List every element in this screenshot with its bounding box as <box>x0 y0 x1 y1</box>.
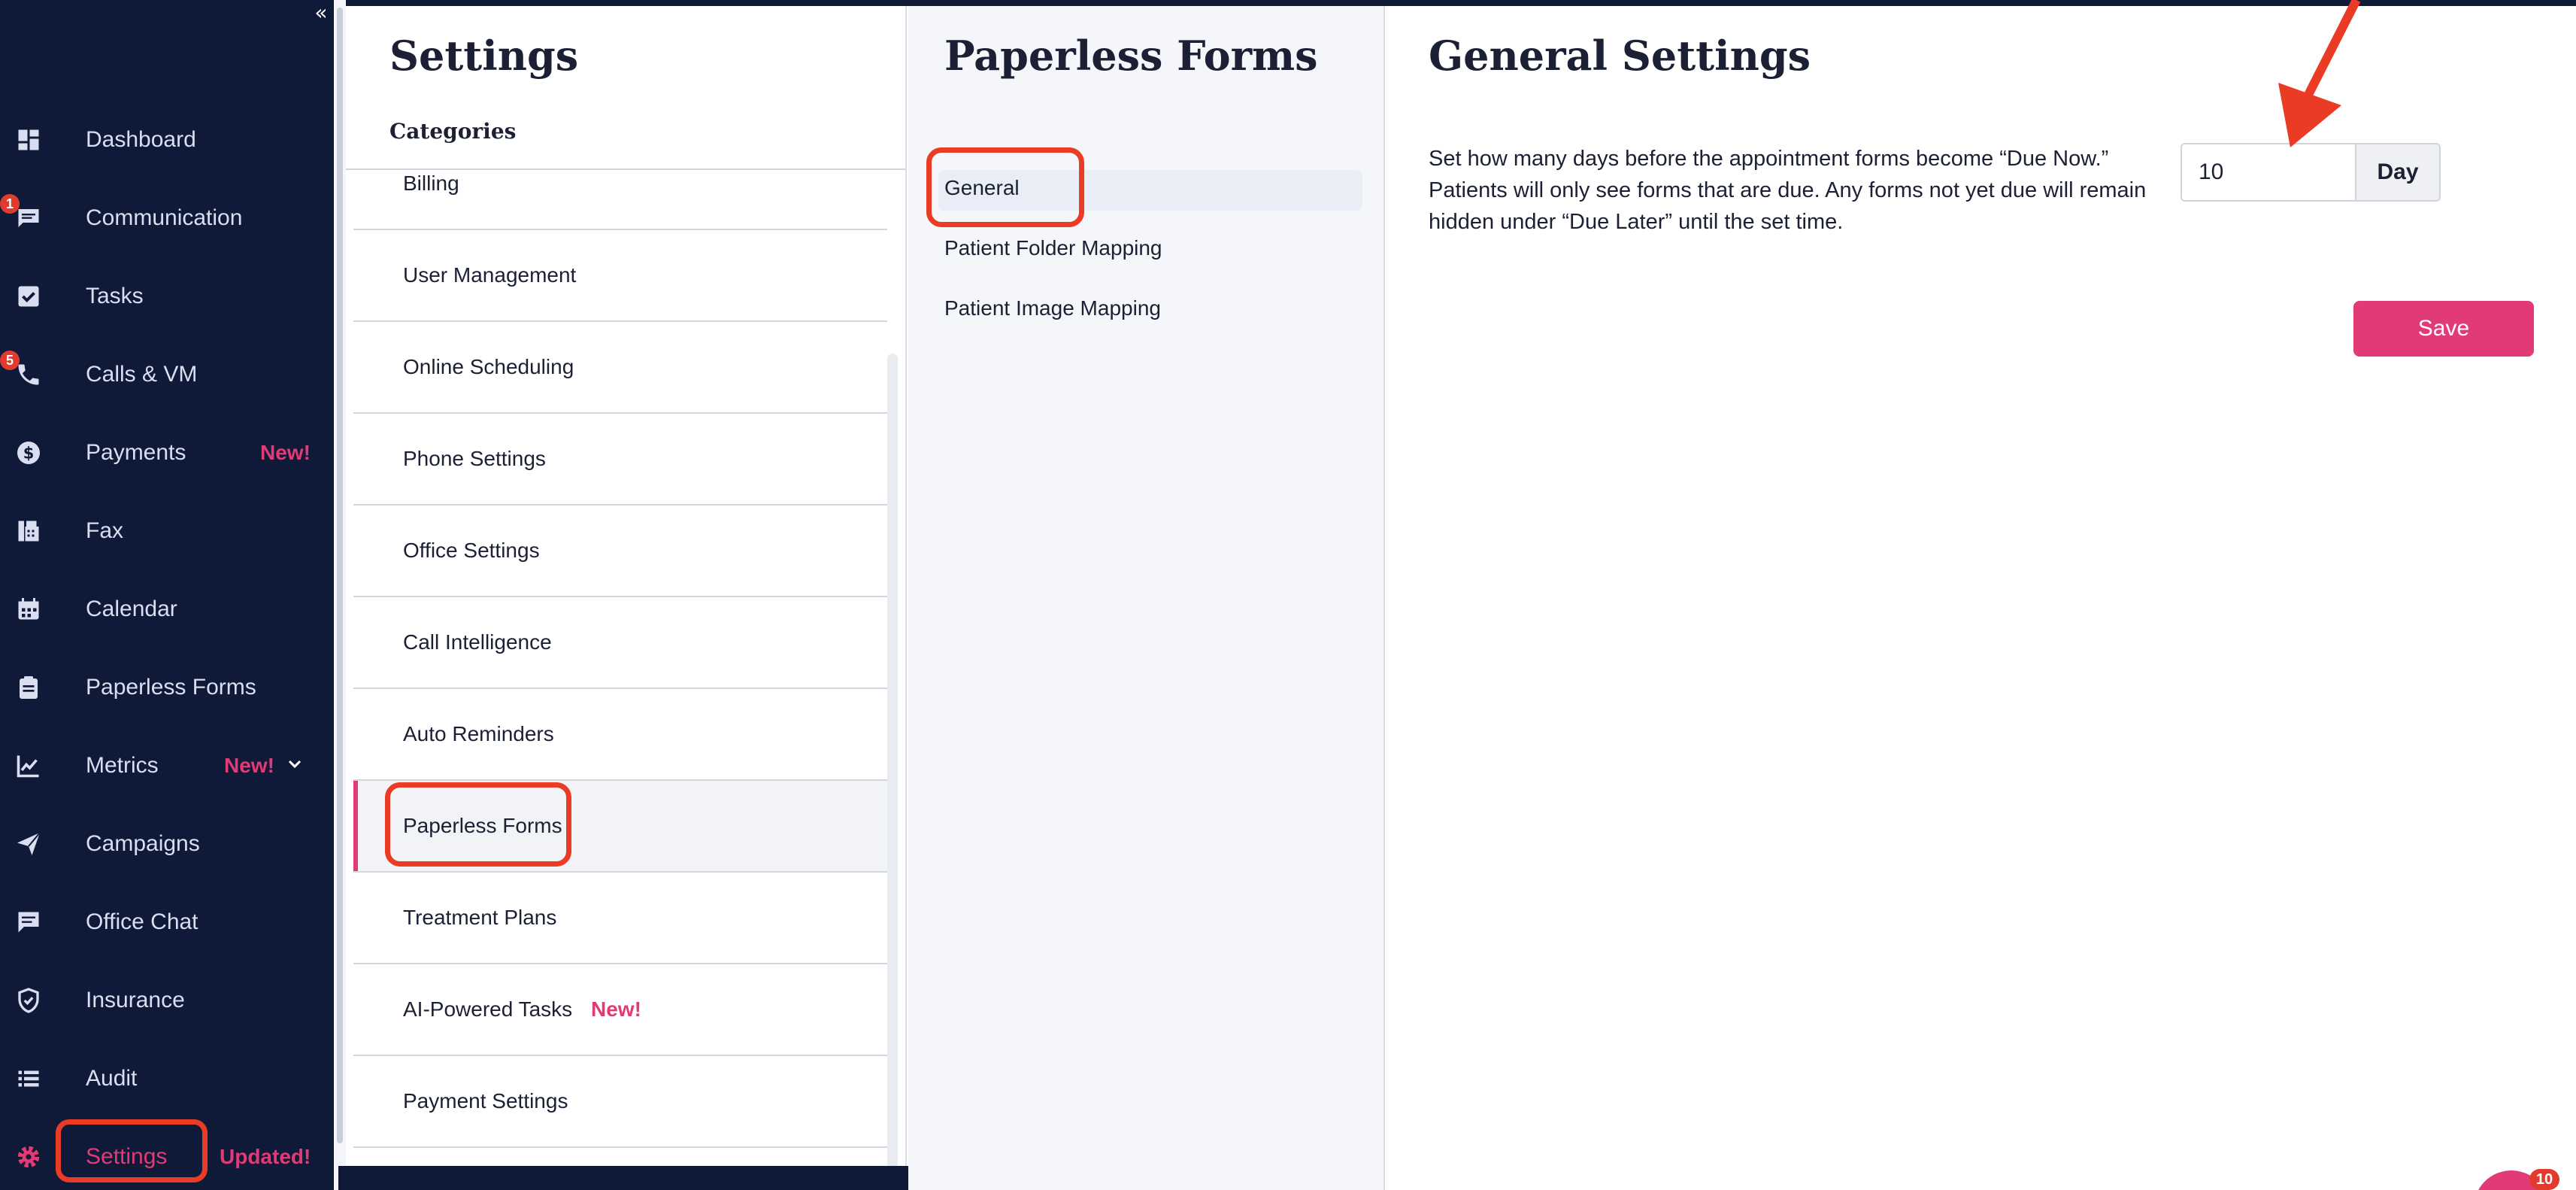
sidebar-scrollbar-thumb[interactable] <box>337 8 343 1143</box>
nav-item-tasks[interactable]: Tasks <box>0 266 334 326</box>
category-call-intelligence[interactable]: Call Intelligence <box>353 597 887 689</box>
general-settings-panel: General Settings Set how many days befor… <box>1386 6 2576 1190</box>
category-payment-settings[interactable]: Payment Settings <box>353 1056 887 1148</box>
nav-item-label: Paperless Forms <box>86 675 256 700</box>
category-label: Payment Settings <box>403 1089 568 1113</box>
category-treatment-plans[interactable]: Treatment Plans <box>353 873 887 964</box>
nav-item-label: Calendar <box>86 597 177 621</box>
collapse-sidebar-button[interactable]: « <box>311 2 331 23</box>
category-label: Call Intelligence <box>403 630 552 654</box>
nav-item-label: Office Chat <box>86 909 199 934</box>
subsection-patient-image-mapping[interactable]: Patient Image Mapping <box>944 296 1161 320</box>
nav-item-dashboard[interactable]: Dashboard <box>0 110 334 170</box>
chat-bubble-icon <box>15 909 42 936</box>
calendar-icon <box>15 596 42 623</box>
new-tag: New! <box>224 754 274 777</box>
annotation-arrow <box>2278 0 2361 147</box>
nav-item-paperless-forms[interactable]: Paperless Forms <box>0 657 334 718</box>
save-button[interactable]: Save <box>2353 301 2534 357</box>
updated-tag: Updated! <box>220 1145 311 1168</box>
nav-item-label: Metrics <box>86 753 159 778</box>
due-days-field: Day <box>2181 143 2441 202</box>
dollar-icon: $ <box>15 439 42 466</box>
categories-heading: Categories <box>389 119 517 144</box>
category-online-scheduling[interactable]: Online Scheduling <box>353 322 887 414</box>
paper-plane-icon <box>15 830 42 858</box>
category-label: User Management <box>403 263 577 287</box>
category-highlight-annotation <box>385 782 571 867</box>
nav-item-fax[interactable]: Fax <box>0 501 334 561</box>
fax-icon <box>15 518 42 545</box>
nav-item-campaigns[interactable]: Campaigns <box>0 814 334 874</box>
due-days-input[interactable] <box>2182 144 2355 200</box>
chat-unread-badge: 10 <box>2529 1169 2559 1190</box>
nav-item-label: Communication <box>86 205 243 230</box>
category-ai-powered-tasks[interactable]: AI-Powered Tasks New! <box>353 964 887 1056</box>
settings-categories-panel: Settings Categories Billing User Managem… <box>346 6 907 1190</box>
nav-item-calendar[interactable]: Calendar <box>0 579 334 639</box>
category-phone-settings[interactable]: Phone Settings <box>353 414 887 505</box>
nav-item-audit[interactable]: Audit <box>0 1049 334 1109</box>
category-billing[interactable]: Billing <box>353 168 887 230</box>
category-label: Auto Reminders <box>403 722 554 745</box>
categories-scrollbar[interactable] <box>887 354 898 1190</box>
category-label: Online Scheduling <box>403 355 574 378</box>
dashboard-icon <box>15 126 42 153</box>
phone-icon <box>15 361 42 388</box>
nav-item-payments[interactable]: $ Payments New! <box>0 423 334 483</box>
nav-item-insurance[interactable]: Insurance <box>0 970 334 1031</box>
category-label: Office Settings <box>403 539 540 562</box>
day-unit-label: Day <box>2355 144 2439 200</box>
general-highlight-annotation <box>926 147 1084 227</box>
chart-icon <box>15 752 42 779</box>
section-title: Paperless Forms <box>944 32 1318 80</box>
new-tag: New! <box>260 441 311 464</box>
unread-count-badge: 1 <box>0 194 20 214</box>
missed-calls-badge: 5 <box>0 351 20 370</box>
nav-item-communication[interactable]: 1 Communication <box>0 188 334 248</box>
category-user-management[interactable]: User Management <box>353 230 887 322</box>
list-icon <box>15 1065 42 1092</box>
nav-item-label: Insurance <box>86 988 185 1012</box>
main-sidebar: « Dashboard 1 Communication Tasks 5 Call… <box>0 0 334 1190</box>
category-label: AI-Powered Tasks <box>403 997 573 1021</box>
gear-icon <box>15 1143 42 1170</box>
nav-item-office-chat[interactable]: Office Chat <box>0 892 334 952</box>
chat-icon <box>15 205 42 232</box>
category-label: Treatment Plans <box>403 906 557 929</box>
category-label: Billing <box>403 172 459 195</box>
checkbox-icon <box>15 283 42 310</box>
nav-item-label: Audit <box>86 1066 138 1091</box>
nav-item-label: Payments <box>86 440 186 465</box>
nav-item-label: Calls & VM <box>86 362 198 387</box>
subsection-patient-folder-mapping[interactable]: Patient Folder Mapping <box>944 236 1162 260</box>
nav-item-label: Dashboard <box>86 127 196 152</box>
clipboard-icon <box>15 674 42 701</box>
category-auto-reminders[interactable]: Auto Reminders <box>353 689 887 781</box>
chevron-down-icon[interactable] <box>286 755 304 773</box>
settings-highlight-annotation <box>56 1119 208 1182</box>
due-days-description: Set how many days before the appointment… <box>1429 147 2147 234</box>
nav-item-calls-vm[interactable]: 5 Calls & VM <box>0 345 334 405</box>
page-title: Settings <box>389 32 579 80</box>
panel-title: General Settings <box>1429 32 1811 80</box>
nav-item-metrics[interactable]: Metrics New! <box>0 736 334 796</box>
category-office-settings[interactable]: Office Settings <box>353 505 887 597</box>
nav-item-label: Campaigns <box>86 831 200 856</box>
top-strip <box>0 0 2576 6</box>
nav-item-label: Fax <box>86 518 124 543</box>
svg-text:$: $ <box>23 445 35 463</box>
nav-item-label: Tasks <box>86 284 144 308</box>
category-label: Phone Settings <box>403 447 546 470</box>
shield-icon <box>15 987 42 1014</box>
new-tag: New! <box>591 997 641 1021</box>
